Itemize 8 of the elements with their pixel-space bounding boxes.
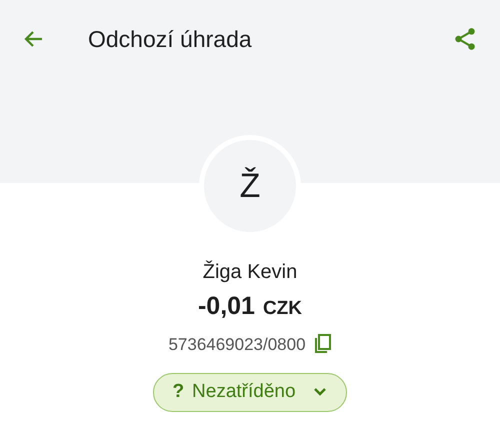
avatar: Ž [204, 140, 296, 232]
currency: CZK [262, 297, 302, 321]
amount: -0,01 [198, 291, 255, 321]
payee-name: Žiga Kevin [202, 260, 298, 285]
category-chip[interactable]: ? Nezatříděno [153, 373, 347, 412]
account-number: 5736469023/0800 [168, 334, 306, 356]
copy-icon[interactable] [314, 334, 332, 354]
screen-title: Odchozí úhrada [88, 24, 252, 54]
